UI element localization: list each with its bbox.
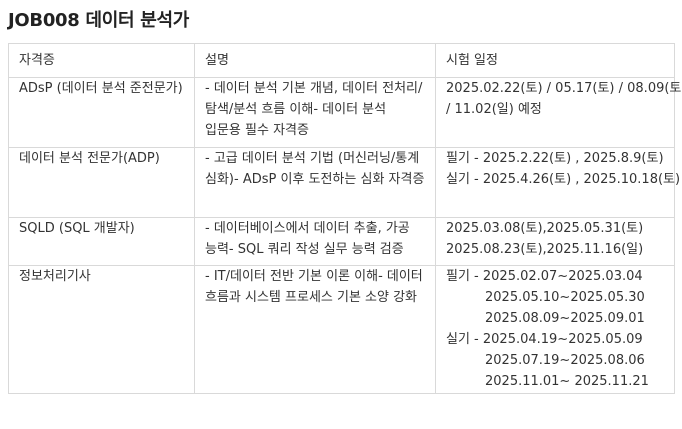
cert-description: - IT/데이터 전반 기본 이론 이해- 데이터 흐름과 시스템 프로세스 기… xyxy=(205,269,423,305)
cert-description-cell: - 데이터 분석 기본 개념, 데이터 전처리/탐색/분석 흐름 이해- 데이터… xyxy=(194,77,436,148)
table-row: SQLD (SQL 개발자) - 데이터베이스에서 데이터 추출, 가공 능력-… xyxy=(8,217,675,266)
cert-schedule-cell: 2025.02.22(토) / 05.17(토) / 08.09(토) / 11… xyxy=(435,77,682,148)
header-certification: 자격증 xyxy=(8,43,195,78)
schedule-line: 2025.07.19~2025.08.06 xyxy=(485,353,645,368)
cert-schedule-cell: 2025.03.08(토),2025.05.31(토) 2025.08.23(토… xyxy=(435,217,675,266)
table-header-row: 자격증 설명 시험 일정 xyxy=(8,43,675,78)
cert-description: - 데이터베이스에서 데이터 추출, 가공 능력- SQL 쿼리 작성 실무 능… xyxy=(205,221,410,257)
cert-schedule-cell: 필기 - 2025.2.22(토) , 2025.8.9(토) 실기 - 202… xyxy=(435,147,681,218)
cert-name-cell: SQLD (SQL 개발자) xyxy=(8,217,195,266)
cert-name-cell: ADsP (데이터 분석 준전문가) xyxy=(8,77,195,148)
schedule-line: 필기 - 2025.02.07~2025.03.04 xyxy=(446,269,643,284)
page-title: JOB008 데이터 분석가 xyxy=(8,10,189,31)
cert-name-cell: 정보처리기사 xyxy=(8,265,195,394)
cert-name: SQLD (SQL 개발자) xyxy=(19,221,135,236)
certification-table: 자격증 설명 시험 일정 ADsP (데이터 분석 준전문가) - 데이터 분석… xyxy=(8,43,682,394)
schedule-line: 실기 - 2025.4.26(토) , 2025.10.18(토) xyxy=(446,172,681,187)
cert-name: 정보처리기사 xyxy=(19,269,91,284)
schedule-line: 2025.08.09~2025.09.01 xyxy=(485,311,645,326)
schedule-line: 2025.11.01~ 2025.11.21 xyxy=(485,374,649,389)
header-exam-schedule: 시험 일정 xyxy=(435,43,675,78)
cert-description-cell: - 고급 데이터 분석 기법 (머신러닝/통계 심화)- ADsP 이후 도전하… xyxy=(194,147,436,218)
cert-description: - 데이터 분석 기본 개념, 데이터 전처리/탐색/분석 흐름 이해- 데이터… xyxy=(205,81,423,138)
cert-name-cell: 데이터 분석 전문가(ADP) xyxy=(8,147,195,218)
cert-schedule-cell: 필기 - 2025.02.07~2025.03.04 2025.05.10~20… xyxy=(435,265,675,394)
cert-name: ADsP (데이터 분석 준전문가) xyxy=(19,81,183,96)
cert-description: - 고급 데이터 분석 기법 (머신러닝/통계 심화)- ADsP 이후 도전하… xyxy=(205,151,425,187)
schedule-line: 필기 - 2025.2.22(토) , 2025.8.9(토) xyxy=(446,151,664,166)
schedule-line: 2025.03.08(토),2025.05.31(토) xyxy=(446,221,644,236)
table-row: ADsP (데이터 분석 준전문가) - 데이터 분석 기본 개념, 데이터 전… xyxy=(8,77,682,148)
schedule-line: 2025.02.22(토) / 05.17(토) / 08.09(토) xyxy=(446,81,682,96)
table-row: 정보처리기사 - IT/데이터 전반 기본 이론 이해- 데이터 흐름과 시스템… xyxy=(8,265,675,394)
page: JOB008 데이터 분석가 자격증 설명 시험 일정 ADsP (데이터 분석… xyxy=(0,0,682,429)
cert-name: 데이터 분석 전문가(ADP) xyxy=(19,151,160,166)
schedule-line: 2025.08.23(토),2025.11.16(일) xyxy=(446,242,644,257)
cert-description-cell: - 데이터베이스에서 데이터 추출, 가공 능력- SQL 쿼리 작성 실무 능… xyxy=(194,217,436,266)
header-description: 설명 xyxy=(194,43,436,78)
schedule-line: 실기 - 2025.04.19~2025.05.09 xyxy=(446,332,643,347)
schedule-line: 2025.05.10~2025.05.30 xyxy=(485,290,645,305)
schedule-line: / 11.02(일) 예정 xyxy=(446,102,542,117)
cert-description-cell: - IT/데이터 전반 기본 이론 이해- 데이터 흐름과 시스템 프로세스 기… xyxy=(194,265,436,394)
table-row: 데이터 분석 전문가(ADP) - 고급 데이터 분석 기법 (머신러닝/통계 … xyxy=(8,147,681,218)
